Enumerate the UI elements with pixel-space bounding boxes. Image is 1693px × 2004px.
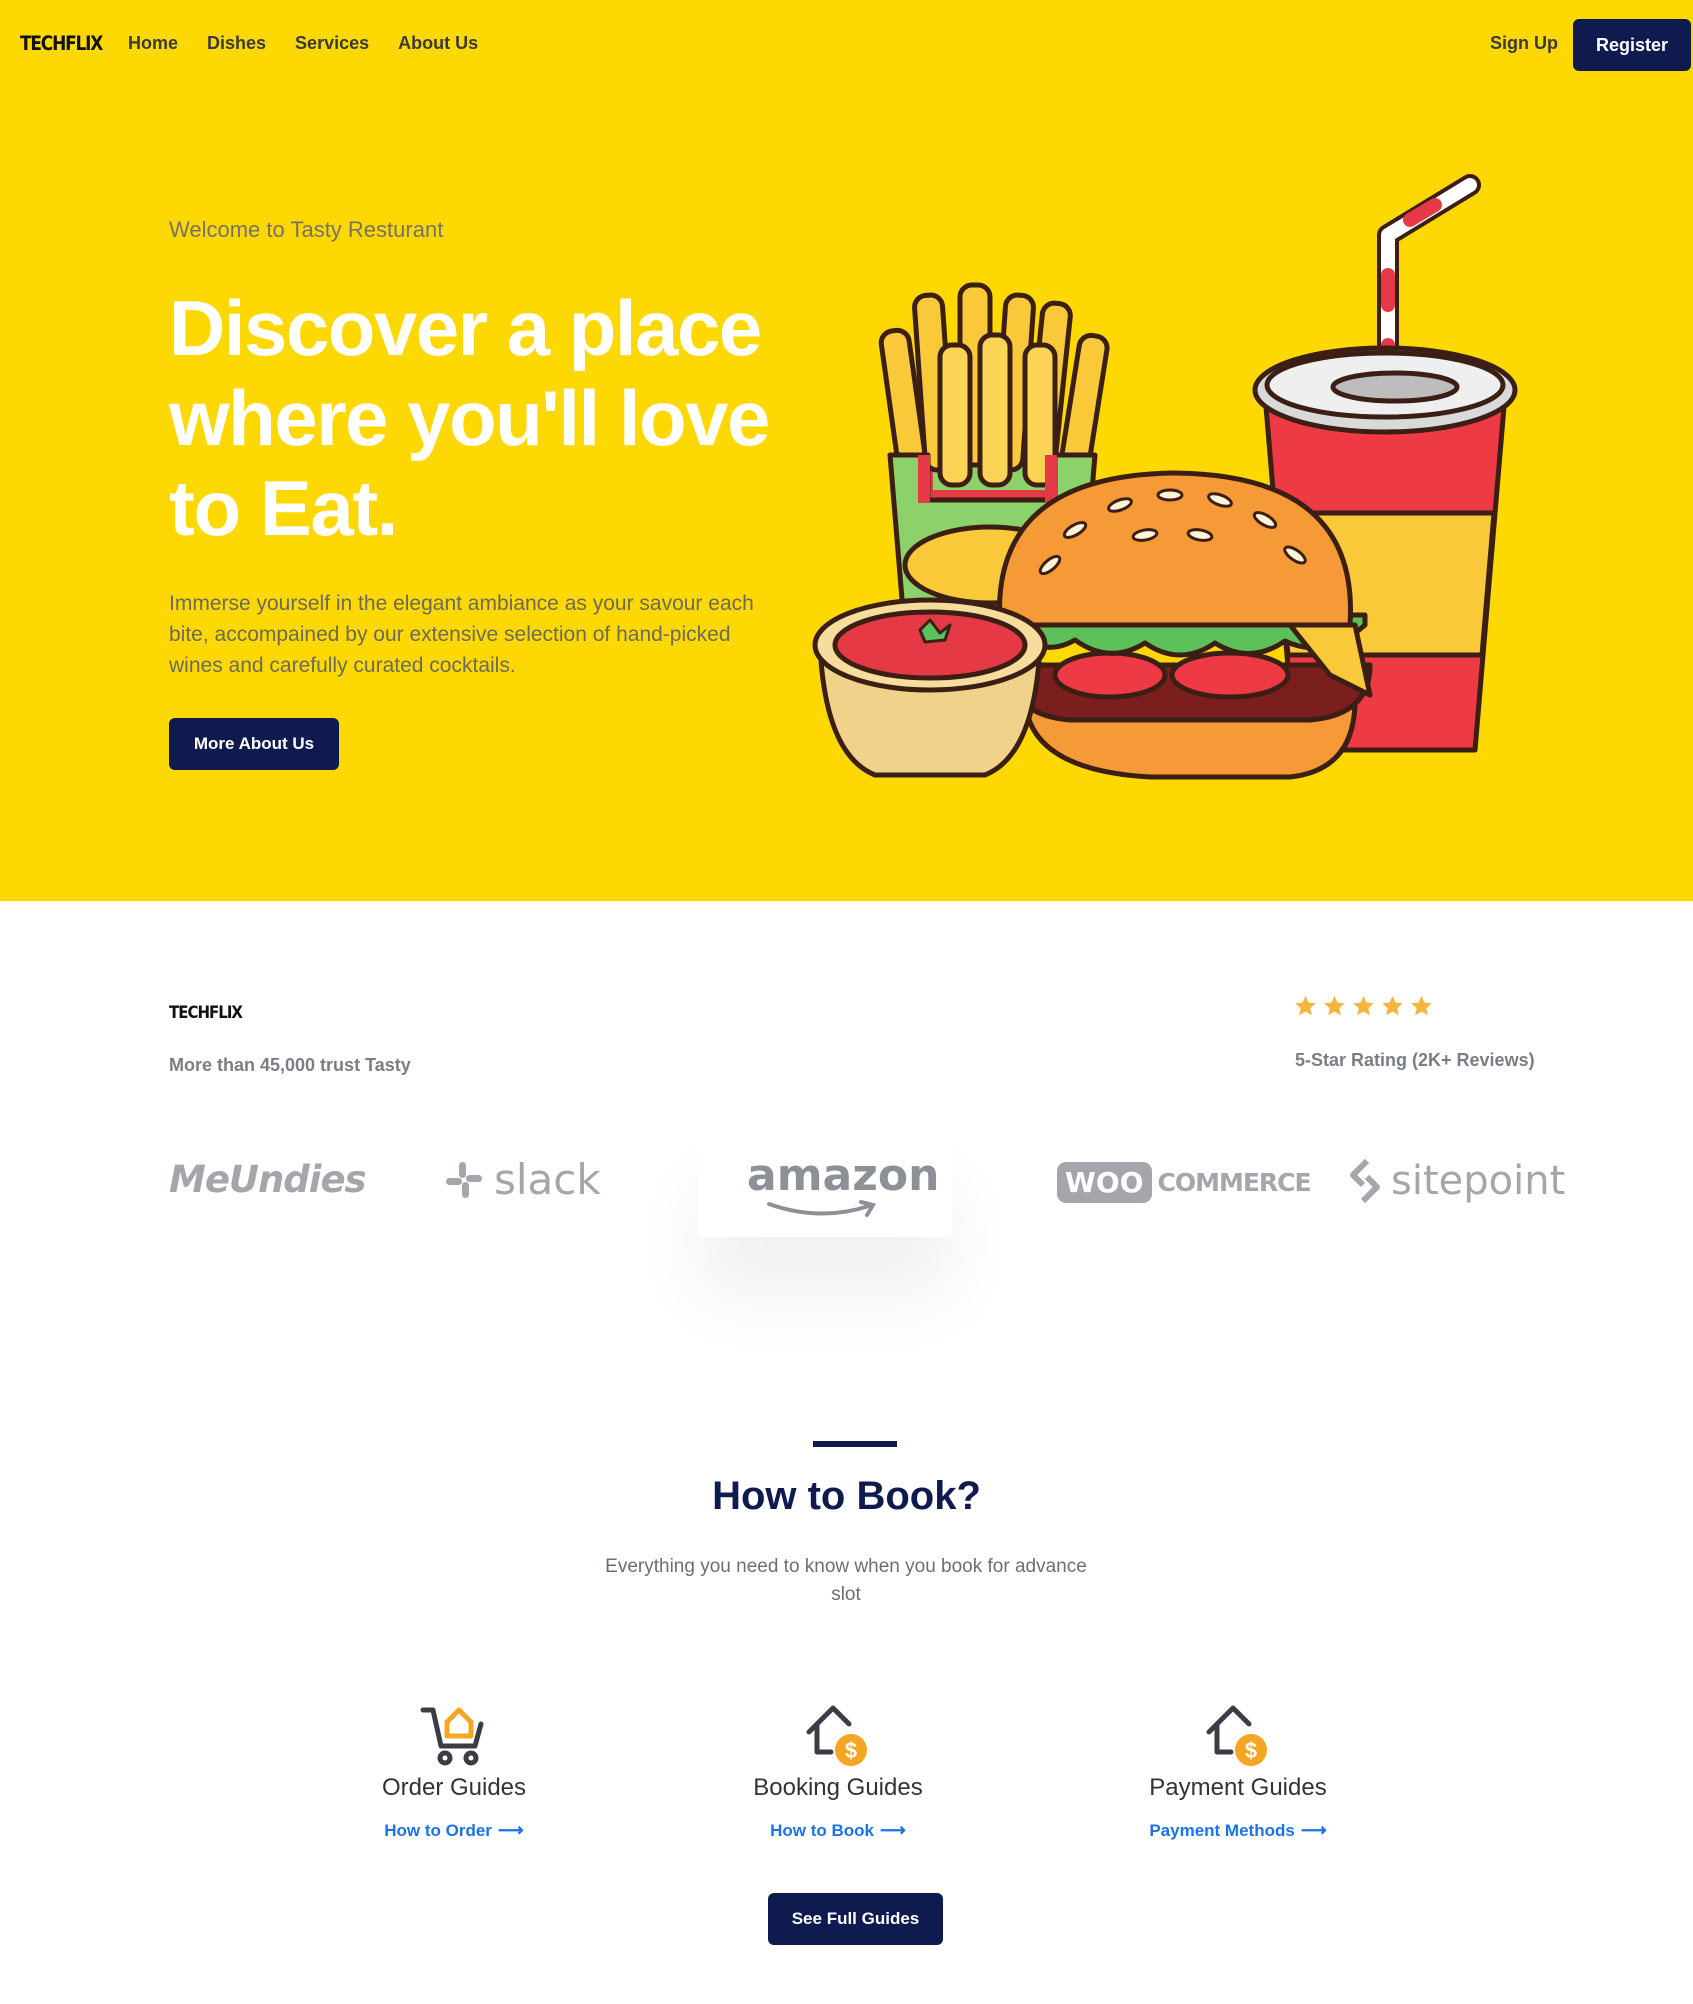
star-icon	[1353, 996, 1374, 1016]
guide-payment: $ Payment Guides Payment Methods ⟶	[1088, 1700, 1388, 1841]
house-dollar-icon: $	[806, 1705, 867, 1766]
how-to-order-link[interactable]: How to Order ⟶	[384, 1820, 523, 1841]
brand-logo-amazon[interactable]: amazon	[747, 1150, 939, 1217]
more-about-us-button[interactable]: More About Us	[169, 718, 339, 770]
star-icon	[1411, 996, 1432, 1016]
hero-section: TECHFLIX Home Dishes Services About Us S…	[0, 0, 1693, 901]
sitepoint-icon	[1350, 1159, 1380, 1203]
payment-methods-link[interactable]: Payment Methods ⟶	[1149, 1820, 1326, 1841]
payment-methods-label: Payment Methods	[1149, 1820, 1295, 1840]
guide-order: Order Guides How to Order ⟶	[304, 1700, 604, 1841]
star-rating	[1293, 994, 1434, 1019]
trust-logo: TECHFLIX	[169, 1001, 243, 1023]
fast-food-illustration	[812, 174, 1518, 780]
hero-title: Discover a place where you'll love to Ea…	[169, 284, 770, 552]
sign-up-link[interactable]: Sign Up	[1490, 33, 1558, 54]
main-nav: Home Dishes Services About Us	[128, 33, 478, 54]
woo-badge: WOO	[1057, 1162, 1152, 1203]
register-button[interactable]: Register	[1573, 19, 1691, 71]
cart-house-icon	[420, 1707, 484, 1766]
see-full-guides-button[interactable]: See Full Guides	[768, 1893, 943, 1945]
arrow-right-icon: ⟶	[497, 1820, 524, 1840]
arrow-right-icon: ⟶	[1300, 1820, 1327, 1840]
star-icon	[1295, 996, 1316, 1016]
brand-logo-woocommerce[interactable]: WOO COMMERCE	[1057, 1162, 1312, 1203]
hero-description: Immerse yourself in the elegant ambiance…	[169, 592, 754, 677]
section-title: How to Book?	[712, 1474, 981, 1518]
star-icon	[1382, 996, 1403, 1016]
rating-text: 5-Star Rating (2K+ Reviews)	[1295, 1050, 1535, 1070]
star-icon	[1324, 996, 1345, 1016]
slack-wordmark: slack	[494, 1155, 601, 1204]
nav-logo[interactable]: TECHFLIX	[20, 33, 103, 56]
sitepoint-wordmark: sitepoint	[1391, 1158, 1566, 1204]
guide-booking: $ Booking Guides How to Book ⟶	[688, 1700, 988, 1841]
nav-link-dishes[interactable]: Dishes	[207, 33, 266, 54]
section-divider	[813, 1441, 897, 1447]
house-dollar-icon: $	[1206, 1705, 1267, 1766]
woo-commerce-text: COMMERCE	[1157, 1168, 1312, 1197]
hero-eyebrow: Welcome to Tasty Resturant	[169, 217, 444, 242]
how-to-book-link[interactable]: How to Book ⟶	[770, 1820, 906, 1841]
guide-title-booking: Booking Guides	[753, 1774, 923, 1801]
amazon-smile-icon	[767, 1200, 877, 1217]
amazon-wordmark: amazon	[747, 1150, 940, 1201]
guide-title-payment: Payment Guides	[1149, 1774, 1327, 1801]
guide-title-order: Order Guides	[381, 1774, 527, 1801]
trust-text: More than 45,000 trust Tasty	[169, 1055, 411, 1075]
brand-logo-sitepoint[interactable]: sitepoint	[1347, 1158, 1565, 1204]
arrow-right-icon: ⟶	[880, 1820, 906, 1840]
brand-logo-slack[interactable]: slack	[444, 1155, 601, 1204]
nav-link-home[interactable]: Home	[128, 33, 178, 54]
section-subtitle: Everything you need to know when you boo…	[605, 1556, 1087, 1605]
slack-icon	[446, 1161, 482, 1198]
brand-logo-meundies[interactable]: MeUndies	[169, 1158, 367, 1201]
nav-link-services[interactable]: Services	[295, 33, 369, 54]
nav-link-about-us[interactable]: About Us	[398, 33, 478, 54]
svg-text:$: $	[1245, 1738, 1257, 1763]
how-to-order-label: How to Order	[384, 1820, 492, 1840]
svg-text:$: $	[845, 1738, 857, 1763]
how-to-book-label: How to Book	[770, 1820, 875, 1840]
